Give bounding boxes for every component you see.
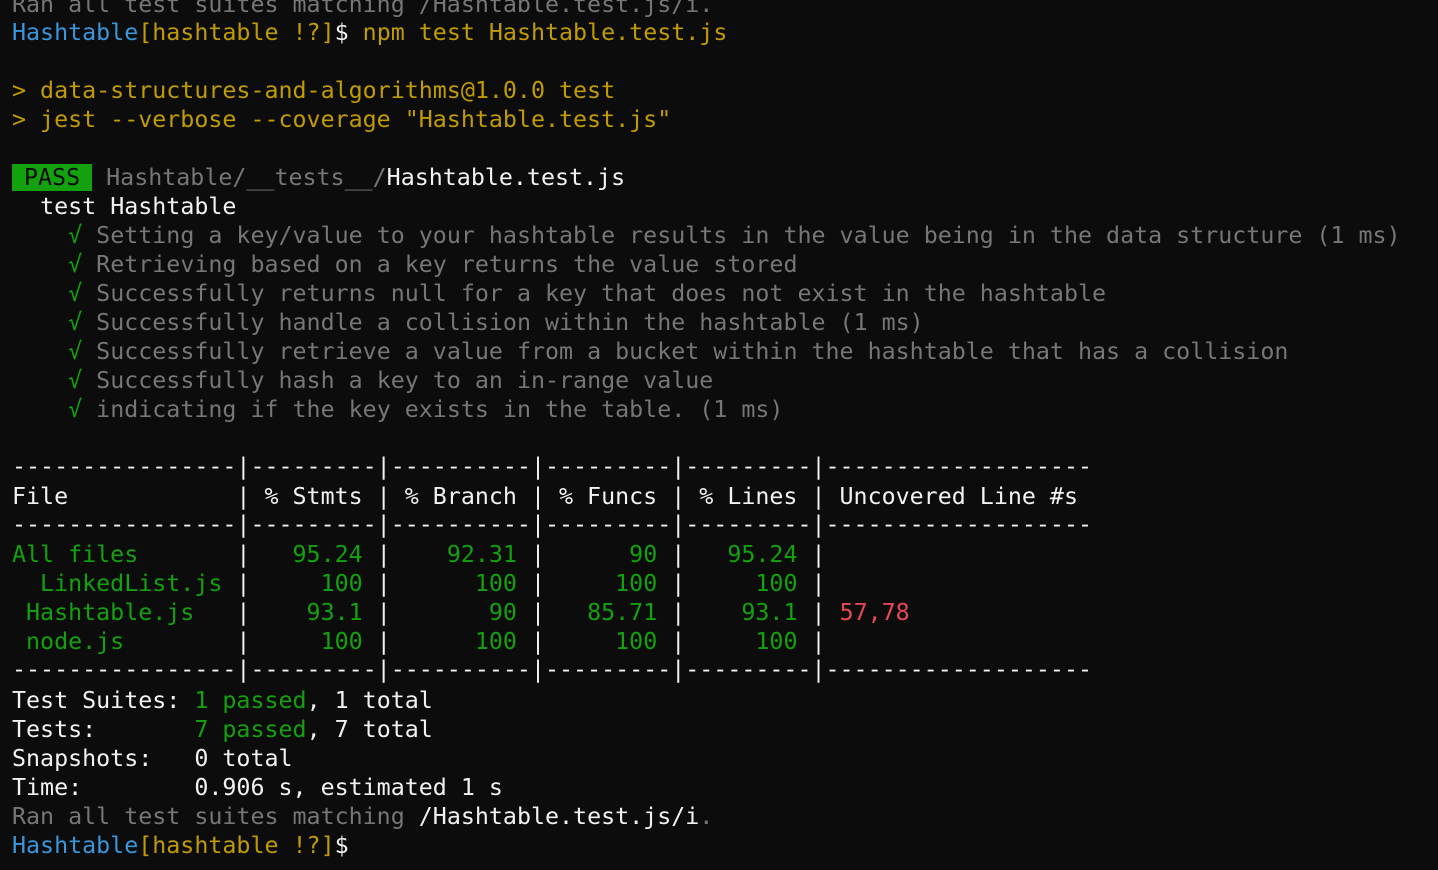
prompt-directory: Hashtable [12,832,139,859]
command-prompt-line: Hashtable[hashtable !?]$ npm test Hashta… [12,18,727,47]
prompt-symbol: $ [334,832,349,859]
check-icon: √ [68,222,83,249]
test-file-name: Hashtable.test.js [386,164,626,191]
test-case: √ Retrieving based on a key returns the … [68,251,798,278]
summary-time: Time: 0.906 s, estimated 1 s [12,774,503,801]
previous-output-line: Ran all test suites matching /Hashtable.… [12,0,714,18]
summary-snapshots: Snapshots: 0 total [12,745,293,772]
test-case: √ Setting a key/value to your hashtable … [68,222,1401,249]
summary-tests: Tests: 7 passed, 7 total [12,716,433,743]
coverage-header: File | % Stmts | % Branch | % Funcs | % … [12,483,1092,510]
test-case: √ indicating if the key exists in the ta… [68,396,784,423]
test-case: √ Successfully retrieve a value from a b… [68,338,1289,365]
check-icon: √ [68,309,83,336]
test-suite-name: test Hashtable [40,193,237,220]
coverage-separator: ----------------|---------|----------|--… [12,656,1092,683]
test-file-dir: Hashtable/__tests__/ [106,164,387,191]
coverage-row: Hashtable.js | 93.1 | 90 | 85.71 | 93.1 … [12,599,910,626]
check-icon: √ [68,280,83,307]
test-case: √ Successfully returns null for a key th… [68,280,1107,307]
terminal-window[interactable]: Ran all test suites matching /Hashtable.… [0,0,1438,870]
test-case: √ Successfully hash a key to an in-range… [68,367,714,394]
npm-script-line: > data-structures-and-algorithms@1.0.0 t… [12,77,616,104]
prompt-symbol: $ [334,19,349,46]
jest-command-line: > jest --verbose --coverage "Hashtable.t… [12,106,672,133]
check-icon: √ [68,338,83,365]
coverage-row: All files | 95.24 | 92.31 | 90 | 95.24 | [12,541,826,568]
summary-test-suites: Test Suites: 1 passed, 1 total [12,687,433,714]
coverage-row: node.js | 100 | 100 | 100 | 100 | [12,628,826,655]
prompt-git-branch: [hashtable !?] [138,19,335,46]
typed-command: npm test Hashtable.test.js [362,19,728,46]
test-file-result: PASS Hashtable/__tests__/Hashtable.test.… [12,163,625,192]
coverage-separator: ----------------|---------|----------|--… [12,511,1092,538]
uncovered-lines: 57,78 [839,599,910,626]
coverage-row: LinkedList.js | 100 | 100 | 100 | 100 | [12,570,826,597]
prompt-git-branch: [hashtable !?] [138,832,335,859]
test-case: √ Successfully handle a collision within… [68,309,924,336]
check-icon: √ [68,251,83,278]
prompt-directory: Hashtable [12,19,139,46]
ran-suites-line: Ran all test suites matching /Hashtable.… [12,803,714,830]
check-icon: √ [68,396,83,423]
command-prompt-line[interactable]: Hashtable[hashtable !?]$ [12,831,361,860]
pass-badge: PASS [12,164,93,191]
coverage-separator: ----------------|---------|----------|--… [12,453,1092,480]
check-icon: √ [68,367,83,394]
